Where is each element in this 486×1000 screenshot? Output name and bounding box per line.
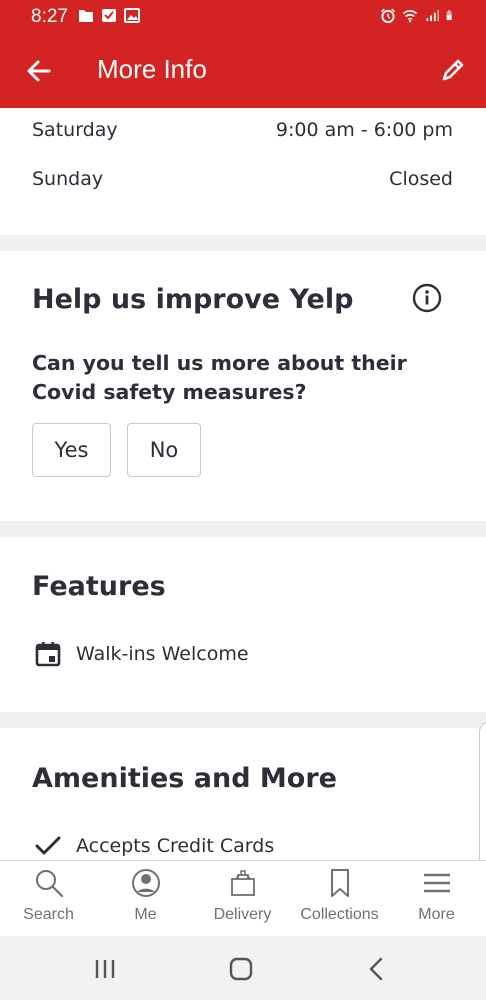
bookmark-icon — [330, 869, 349, 897]
nav-item-collections[interactable]: Collections — [291, 861, 388, 937]
hours-day: Saturday — [32, 119, 118, 141]
hours-time: 9:00 am - 6:00 pm — [275, 119, 453, 141]
shopping-bag-icon — [230, 870, 255, 896]
alarm-icon — [380, 8, 396, 23]
yes-button[interactable]: Yes — [32, 423, 111, 477]
recent-apps-icon[interactable] — [90, 954, 120, 984]
user-icon — [131, 869, 160, 897]
feature-label: Walk-ins Welcome — [76, 643, 249, 665]
hours-time: Closed — [389, 168, 453, 190]
amenities-heading: Amenities and More — [32, 763, 337, 794]
nav-label: More — [418, 906, 455, 923]
page-title: More Info — [97, 54, 207, 84]
status-left-icons — [78, 8, 140, 23]
nav-label: Collections — [300, 906, 379, 923]
covid-question: Can you tell us more about their Covid s… — [32, 351, 407, 404]
menu-icon — [423, 873, 450, 893]
amenity-item: Accepts Credit Cards — [34, 832, 274, 860]
home-icon[interactable] — [226, 954, 256, 984]
signal-icon — [426, 9, 439, 22]
feature-item: Walk-ins Welcome — [34, 640, 249, 668]
features-section — [0, 537, 486, 712]
search-icon — [35, 870, 63, 898]
status-time: 8:27 — [31, 6, 68, 27]
checkmark-icon — [35, 836, 61, 855]
features-heading: Features — [32, 571, 166, 602]
no-button[interactable]: No — [127, 423, 201, 477]
app-bar: More Info — [0, 34, 486, 108]
nav-label: Delivery — [213, 906, 272, 923]
checkbox-icon — [102, 9, 116, 22]
bottom-nav: Search Me Delivery Collections More — [0, 860, 486, 936]
system-nav-bar — [0, 936, 486, 1000]
hours-day: Sunday — [32, 168, 104, 190]
arrow-left-icon[interactable] — [24, 56, 54, 86]
section-divider — [0, 235, 486, 251]
hours-section: Saturday 9:00 am - 6:00 pm Sunday Closed — [0, 108, 486, 235]
calendar-icon — [35, 642, 61, 667]
nav-item-delivery[interactable]: Delivery — [194, 861, 291, 937]
hours-row-saturday: Saturday 9:00 am - 6:00 pm — [32, 119, 453, 143]
nav-item-me[interactable]: Me — [97, 861, 194, 937]
status-right-icons — [380, 8, 456, 23]
improve-heading: Help us improve Yelp — [32, 284, 354, 315]
status-bar: 8:27 — [0, 0, 486, 34]
folder-icon — [79, 10, 93, 22]
back-icon[interactable] — [362, 954, 392, 984]
nav-label: Search — [23, 906, 74, 923]
nav-label: Me — [134, 906, 157, 923]
amenity-label: Accepts Credit Cards — [76, 835, 275, 857]
info-icon[interactable] — [412, 283, 442, 313]
wifi-icon — [402, 10, 418, 23]
image-icon — [124, 8, 140, 23]
section-divider — [0, 521, 486, 537]
battery-icon — [446, 10, 452, 20]
section-divider — [0, 712, 486, 728]
nav-item-search[interactable]: Search — [0, 861, 97, 937]
pencil-icon[interactable] — [438, 55, 468, 85]
nav-item-more[interactable]: More — [388, 861, 485, 937]
hours-row-sunday: Sunday Closed — [32, 168, 453, 192]
